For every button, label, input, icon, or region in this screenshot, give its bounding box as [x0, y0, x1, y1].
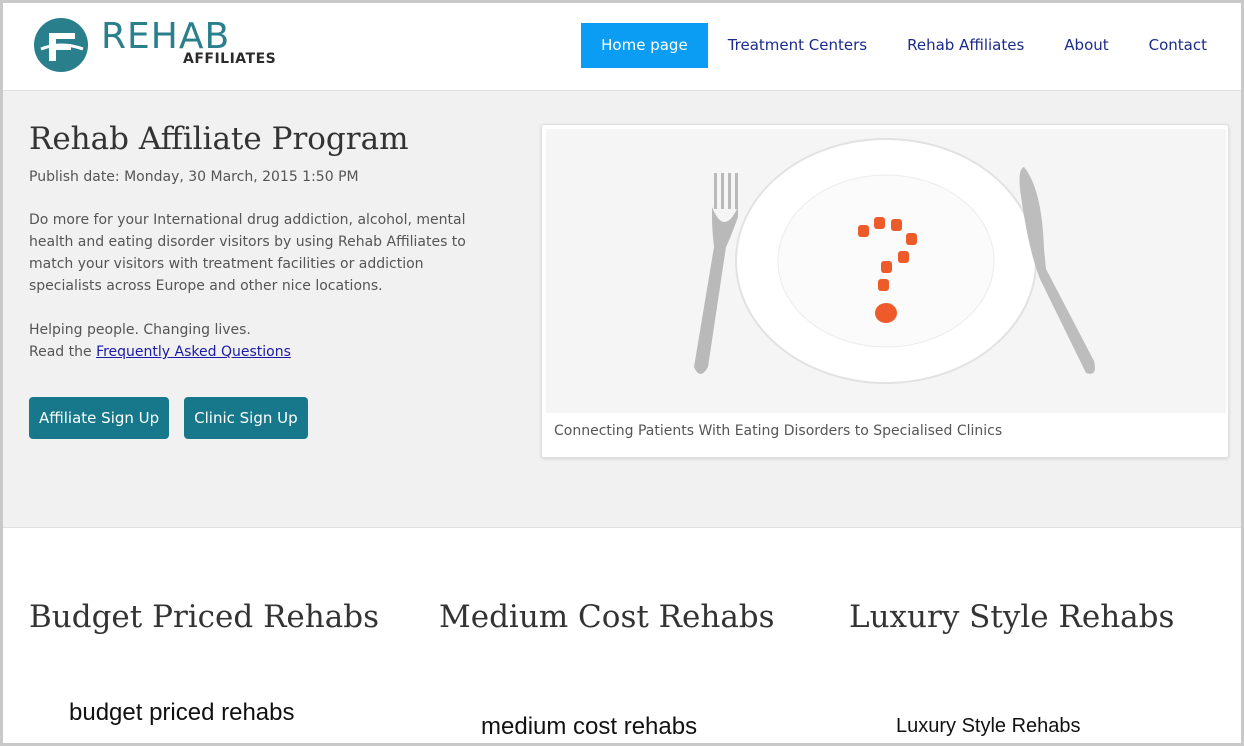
category-luxury[interactable]: Luxury Style Rehabs: [849, 599, 1229, 635]
rehab-categories: Budget Priced Rehabs Medium Cost Rehabs …: [3, 529, 1241, 743]
hero-description: Do more for your International drug addi…: [29, 212, 466, 294]
hero-text: Rehab Affiliate Program Publish date: Mo…: [29, 121, 499, 439]
nav-rehab-affiliates[interactable]: Rehab Affiliates: [887, 23, 1044, 68]
hero-section: Rehab Affiliate Program Publish date: Mo…: [3, 91, 1241, 528]
clinic-signup-button[interactable]: Clinic Sign Up: [184, 397, 308, 439]
logo-subtitle: AFFILIATES: [183, 51, 277, 67]
publish-date: Publish date: Monday, 30 March, 2015 1:5…: [29, 169, 359, 185]
main-nav: Home page Treatment Centers Rehab Affili…: [581, 23, 1227, 68]
nav-contact[interactable]: Contact: [1129, 23, 1227, 68]
category-title: Luxury Style Rehabs: [849, 599, 1175, 635]
category-budget[interactable]: Budget Priced Rehabs: [29, 599, 409, 635]
nav-treatment-centers[interactable]: Treatment Centers: [708, 23, 887, 68]
tagline: Helping people. Changing lives.: [29, 322, 251, 338]
signup-buttons: Affiliate Sign Up Clinic Sign Up: [29, 397, 499, 439]
nav-about[interactable]: About: [1044, 23, 1128, 68]
budget-image-label[interactable]: budget priced rehabs: [69, 699, 295, 727]
page-title: Rehab Affiliate Program: [29, 121, 409, 157]
medium-image-label[interactable]: medium cost rehabs: [481, 713, 697, 741]
category-medium[interactable]: Medium Cost Rehabs: [439, 599, 819, 635]
plate-question-mark-image: [546, 129, 1226, 413]
hero-image-card: Connecting Patients With Eating Disorder…: [541, 124, 1229, 458]
faq-prefix: Read the: [29, 344, 97, 360]
category-title: Medium Cost Rehabs: [439, 599, 775, 635]
nav-home-page[interactable]: Home page: [581, 23, 708, 68]
affiliate-signup-button[interactable]: Affiliate Sign Up: [29, 397, 170, 439]
image-caption: Connecting Patients With Eating Disorder…: [554, 423, 1003, 439]
logo-mark-icon: [34, 18, 88, 72]
faq-link[interactable]: Frequently Asked Questions: [96, 344, 291, 360]
faq-line: Read the Frequently Asked Questions: [29, 341, 499, 363]
plate-illustration-icon: [546, 129, 1226, 413]
browser-viewport: REHAB AFFILIATES Home page Treatment Cen…: [0, 0, 1244, 746]
site-logo[interactable]: REHAB AFFILIATES: [31, 15, 276, 75]
category-title: Budget Priced Rehabs: [29, 599, 379, 635]
site-header: REHAB AFFILIATES Home page Treatment Cen…: [3, 3, 1241, 91]
luxury-image-label[interactable]: Luxury Style Rehabs: [896, 715, 1081, 738]
